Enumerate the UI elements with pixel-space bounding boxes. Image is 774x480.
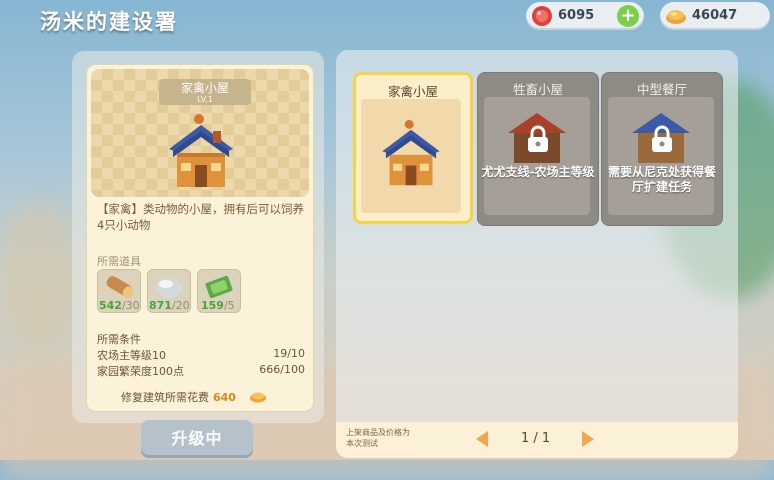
unlock-requirement: 需要从尼克处获得餐厅扩建任务 [607, 165, 716, 194]
page-title: 汤米的建设署 [40, 10, 178, 34]
prev-page-button[interactable] [476, 431, 488, 447]
building-level: LV.1 [197, 95, 213, 104]
slot-preview [608, 97, 714, 215]
condition-value: 19/10 [273, 347, 305, 360]
list-footer: 上架商品及价格为本次测试 1 / 1 [336, 422, 738, 458]
condition-label: 农场主等级10 [97, 349, 166, 362]
upgrade-button[interactable]: 升级中 [141, 420, 253, 458]
repair-cost: 修复建筑所需花费 640 [121, 389, 267, 405]
lock-icon [528, 125, 548, 152]
condition-label: 家园繁荣度100点 [97, 365, 184, 378]
unlock-requirement: 尤尤支线-农场主等级 [481, 165, 595, 179]
building-slot-poultry[interactable]: 家禽小屋 [353, 72, 473, 224]
material-count-cash: 159/5 [201, 299, 235, 312]
slot-name: 牲畜小屋 [512, 82, 563, 97]
repair-cost-value: 640 [213, 391, 236, 404]
slot-name: 家禽小屋 [387, 84, 438, 99]
building-name: 家禽小屋 [180, 81, 229, 95]
building-preview: 家禽小屋 LV.1 [91, 69, 309, 197]
repair-cost-label: 修复建筑所需花费 [121, 391, 209, 404]
slot-name: 中型餐厅 [636, 82, 687, 97]
poultry-house-icon [169, 114, 233, 187]
building-description: 【家禽】类动物的小屋，拥有后可以饲养4只小动物 [97, 202, 304, 232]
add-gem-button[interactable]: + [617, 5, 639, 27]
building-detail-card: 家禽小屋 LV.1 【家禽】类动物的小屋，拥有后可以饲养4只小动物 所需道具 5… [86, 64, 314, 412]
building-name-tag: 家禽小屋 LV.1 [159, 79, 251, 105]
page-indicator: 1 / 1 [521, 431, 551, 446]
gem-amount: 6095 [558, 8, 595, 23]
background-house [0, 200, 80, 350]
condition-value: 666/100 [259, 363, 305, 376]
slot-preview [361, 99, 461, 213]
coin-currency: 46047 [660, 2, 770, 30]
coin-amount: 46047 [692, 8, 738, 23]
building-slot-livestock[interactable]: 牲畜小屋 尤尤支线-农场主等级 [477, 72, 599, 226]
red-gem-icon [532, 6, 552, 26]
material-count-stone: 871/20 [149, 299, 190, 312]
material-count-wood: 542/30 [99, 299, 140, 312]
slot-preview [484, 97, 590, 215]
building-slot-restaurant[interactable]: 中型餐厅 需要从尼克处获得餐厅扩建任务 [601, 72, 723, 226]
materials-label: 所需道具 [97, 255, 141, 268]
condition-row: 农场主等级10 19/10 [97, 347, 309, 363]
conditions-label: 所需条件 [97, 333, 141, 346]
gold-coin-icon [250, 392, 267, 403]
top-bar: 汤米的建设署 6095 + 46047 [0, 0, 774, 40]
condition-row: 家园繁荣度100点 666/100 [97, 363, 309, 379]
gold-coin-icon [666, 10, 686, 24]
test-notice: 上架商品及价格为本次测试 [346, 428, 410, 448]
lock-icon [652, 125, 672, 152]
gem-currency: 6095 + [526, 2, 644, 30]
next-page-button[interactable] [582, 431, 594, 447]
poultry-house-icon [382, 119, 440, 186]
